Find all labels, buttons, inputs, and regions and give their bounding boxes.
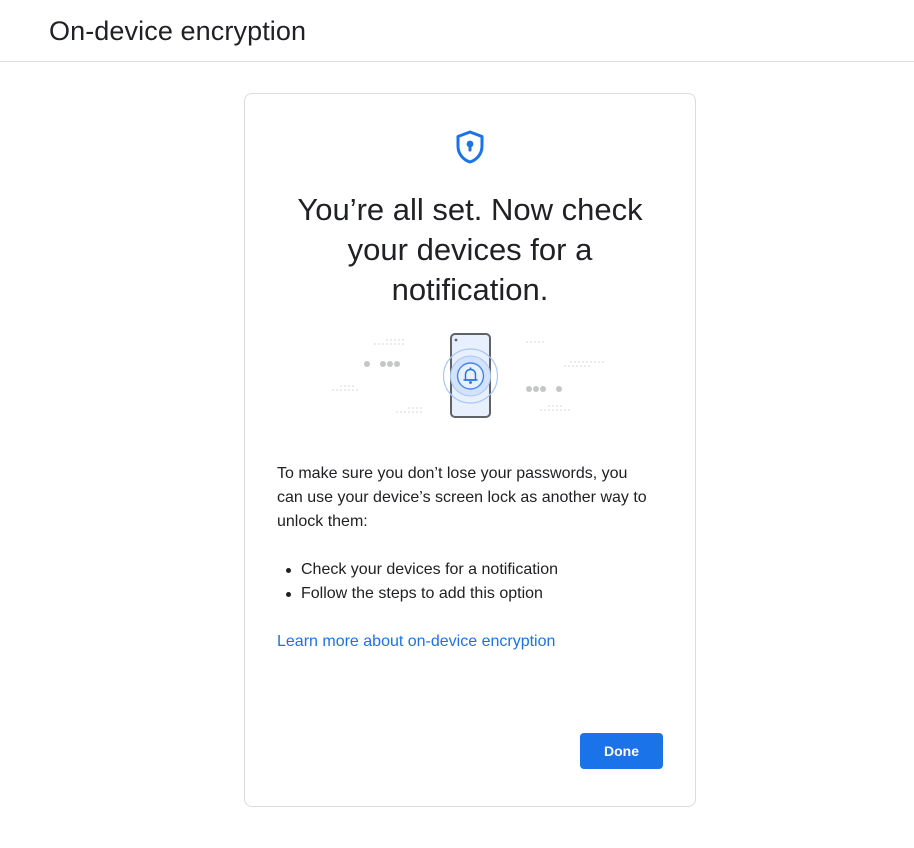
body-text: To make sure you don’t lose your passwor… [277,465,647,530]
top-bar: On-device encryption [0,0,914,62]
phone-notification-illustration [332,333,604,418]
list-item-label: Check your devices for a notification [301,561,559,578]
dots-right-mid [564,361,604,367]
bullet-dot [286,592,291,597]
list-item: Check your devices for a notification [277,558,657,582]
shield-lock-icon [456,130,484,164]
dots-right-bottom [540,405,570,411]
page-title: On-device encryption [49,16,307,46]
headline: You’re all set. Now check your devices f… [297,192,643,307]
list-item-label: Follow the steps to add this option [301,585,543,602]
dots-left-mid [332,385,358,391]
learn-more-link[interactable]: Learn more about on-device encryption [277,630,555,654]
list-item: Follow the steps to add this option [277,582,657,606]
steps-list: Check your devices for a notification Fo… [277,558,657,606]
bullet-dot [286,568,291,573]
dots-right-top [526,341,544,343]
encryption-card: You’re all set. Now check your devices f… [244,93,696,807]
dots-left-bottom [396,407,422,413]
done-button[interactable]: Done [580,733,663,769]
dots-left-top [374,339,404,345]
